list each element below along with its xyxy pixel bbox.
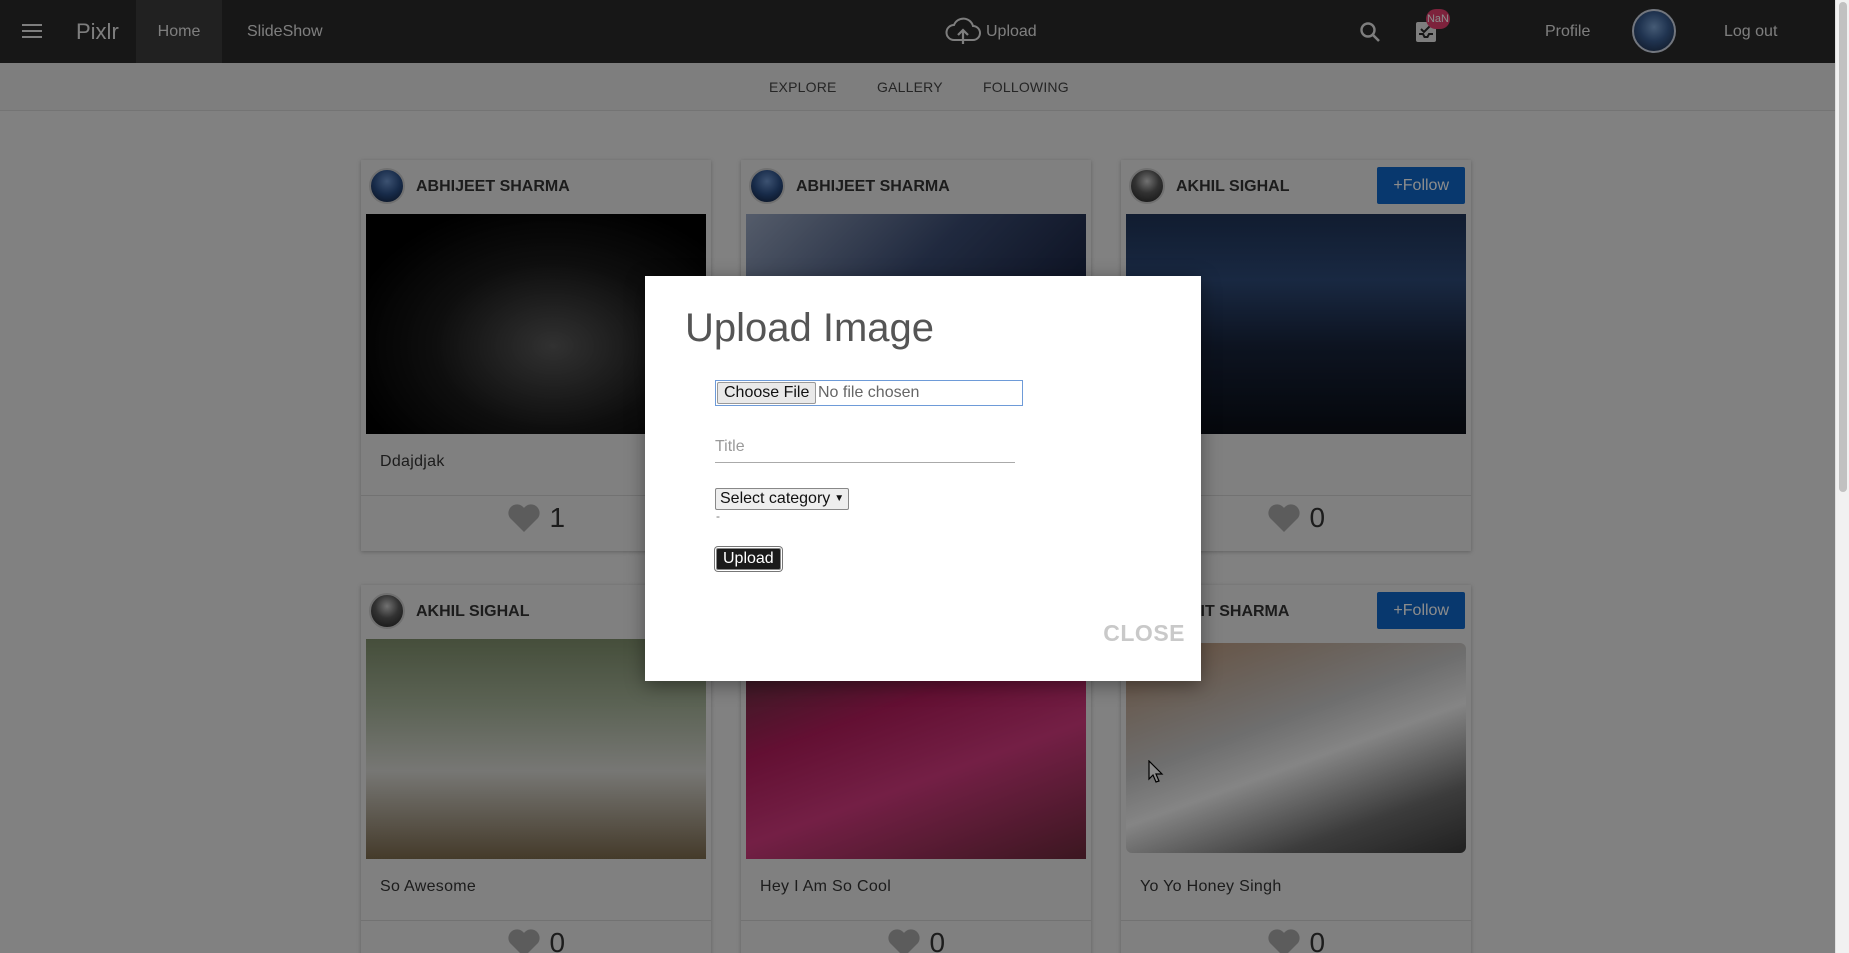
title-input[interactable]	[715, 431, 1015, 463]
upload-image-modal: Upload Image Choose File No file chosen …	[645, 276, 1201, 681]
file-status: No file chosen	[818, 384, 920, 401]
close-button[interactable]: CLOSE	[1103, 620, 1185, 647]
category-select-value: Select category	[720, 490, 831, 507]
helper-dash: -	[716, 509, 720, 523]
modal-title: Upload Image	[685, 306, 935, 350]
chevron-down-icon: ▼	[834, 493, 845, 504]
choose-file-button[interactable]: Choose File	[717, 382, 817, 404]
file-input[interactable]: Choose File No file chosen	[715, 380, 1023, 406]
upload-button[interactable]: Upload	[716, 548, 781, 570]
page-scrollbar[interactable]	[1835, 0, 1849, 953]
category-select[interactable]: Select category ▼	[715, 488, 850, 510]
scrollbar-thumb[interactable]	[1839, 2, 1847, 492]
